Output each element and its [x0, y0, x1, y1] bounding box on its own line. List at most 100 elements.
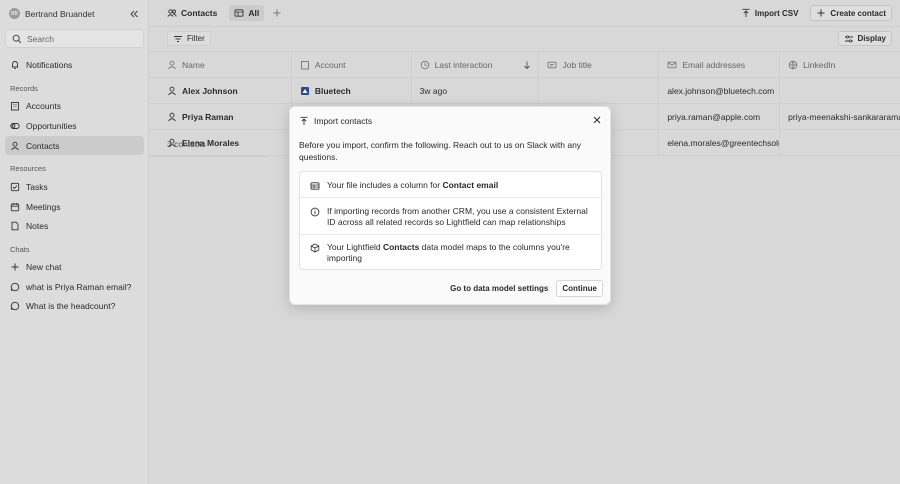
cell-name[interactable]: Alex Johnson [149, 78, 292, 103]
item-bold-text: Contacts [382, 242, 420, 252]
import-csv-button[interactable]: Import CSV [736, 5, 804, 21]
sidebar: BB Bertrand Bruandet Search Notification… [0, 0, 149, 484]
table-row[interactable]: Alex Johnson Bluetech 3w ago alex.johnso… [149, 78, 900, 104]
company-logo-icon [300, 86, 309, 95]
sidebar-item-meetings[interactable]: Meetings [5, 197, 144, 216]
filter-button[interactable]: Filter [167, 31, 211, 46]
display-button[interactable]: Display [837, 31, 892, 46]
upload-icon [742, 8, 750, 17]
section-resources: Resources [10, 164, 46, 173]
user-name: Bertrand Bruandet [25, 8, 95, 19]
checklist-item: Your file includes a column for Contact … [300, 180, 601, 191]
close-icon[interactable] [592, 115, 602, 127]
add-view-icon[interactable] [271, 7, 283, 19]
user-menu[interactable]: BB Bertrand Bruandet [9, 7, 140, 20]
sidebar-item-opportunities[interactable]: Opportunities [5, 116, 144, 135]
chat-bubble-icon [10, 301, 20, 310]
data-model-settings-button[interactable]: Go to data model settings [450, 284, 548, 293]
record-count: 3 contacts [149, 131, 269, 157]
sidebar-item-label: Notifications [26, 59, 73, 70]
top-bar: Contacts All Import CSV Create contact [149, 0, 900, 27]
person-icon [11, 141, 19, 150]
toggle-icon [10, 122, 20, 129]
account-name: Bluetech [314, 85, 351, 96]
sidebar-item-label: Tasks [26, 181, 48, 192]
sidebar-item-label: Notes [26, 220, 49, 231]
section-records: Records [10, 84, 38, 93]
column-header-last-interaction[interactable]: Last interaction [412, 52, 540, 77]
sidebar-item-label: Contacts [26, 140, 60, 151]
clock-icon [420, 60, 429, 69]
cell-account[interactable]: Bluetech [292, 78, 412, 103]
sidebar-item-accounts[interactable]: Accounts [5, 96, 144, 115]
section-chats: Chats [10, 245, 30, 254]
id-card-icon [548, 61, 557, 68]
checklist-item: If importing records from another CRM, y… [300, 206, 601, 228]
column-header-email[interactable]: Email addresses [659, 52, 781, 77]
cell-email[interactable]: priya.raman@apple.com [659, 104, 781, 129]
calendar-icon [10, 202, 20, 211]
checklist: Your file includes a column for Contact … [299, 171, 602, 270]
cell-email[interactable]: alex.johnson@bluetech.com [659, 78, 781, 103]
sidebar-item-notes[interactable]: Notes [5, 216, 144, 235]
mail-icon [667, 61, 677, 68]
tab-contacts[interactable]: Contacts [162, 5, 222, 21]
contact-name: Priya Raman [182, 111, 234, 122]
sidebar-item-label: Meetings [26, 201, 61, 212]
person-icon [168, 86, 176, 95]
cell-email[interactable]: elena.morales@greentechsolutions.com [659, 130, 781, 155]
cell-linkedin[interactable] [780, 130, 900, 155]
item-text: Your file includes a column for [327, 180, 443, 190]
cell-name[interactable]: Priya Raman [149, 104, 292, 129]
people-icon [167, 9, 177, 17]
cell-last-interaction: 3w ago [412, 78, 540, 103]
sort-down-icon[interactable] [522, 60, 532, 70]
column-header-label: Job title [562, 59, 592, 70]
checklist-item: Your Lightfield Contacts data model maps… [300, 242, 601, 264]
sliders-icon [844, 34, 853, 43]
chat-item[interactable]: What is the headcount? [5, 296, 144, 315]
building-icon [300, 60, 309, 69]
filter-icon [174, 35, 182, 42]
continue-button[interactable]: Continue [556, 280, 603, 297]
info-icon [310, 207, 320, 217]
cell-linkedin[interactable]: priya-meenakshi-sankararaman [780, 104, 900, 129]
search-input[interactable]: Search [5, 29, 144, 48]
collapse-sidebar-icon[interactable] [128, 8, 140, 20]
tab-label: Contacts [181, 8, 218, 18]
search-icon [12, 34, 22, 43]
building-icon [11, 101, 19, 110]
upload-icon [300, 116, 308, 125]
cube-icon [310, 243, 320, 253]
person-icon [168, 60, 176, 69]
item-text: If importing records from another CRM, y… [327, 206, 588, 227]
avatar: BB [9, 8, 20, 19]
plus-icon [11, 263, 19, 270]
search-label: Search [27, 33, 54, 44]
sidebar-item-label: Opportunities [26, 120, 77, 131]
sidebar-item-notifications[interactable]: Notifications [5, 55, 144, 74]
column-header-job-title[interactable]: Job title [539, 52, 660, 77]
view-toolbar: Filter Display [149, 27, 900, 51]
cell-linkedin[interactable] [780, 78, 900, 103]
tab-all[interactable]: All [229, 5, 265, 21]
column-header-linkedin[interactable]: LinkedIn [780, 52, 900, 77]
new-chat-button[interactable]: New chat [5, 257, 144, 276]
bell-icon [11, 60, 19, 69]
column-header-name[interactable]: Name [149, 52, 292, 77]
sidebar-item-contacts[interactable]: Contacts [5, 136, 144, 155]
column-header-label: Last interaction [434, 59, 493, 70]
item-text: Your Lightfield [327, 242, 383, 252]
import-contacts-dialog: Import contacts Before you import, confi… [289, 106, 611, 305]
button-label: Display [857, 34, 886, 43]
column-header-account[interactable]: Account [292, 52, 412, 77]
chat-item-label: what is Priya Raman email? [26, 281, 132, 292]
sidebar-item-label: New chat [26, 261, 62, 272]
sidebar-item-tasks[interactable]: Tasks [5, 177, 144, 196]
chat-item[interactable]: what is Priya Raman email? [5, 277, 144, 296]
tab-label: All [248, 8, 260, 18]
sidebar-item-label: Accounts [26, 100, 61, 111]
create-contact-button[interactable]: Create contact [810, 5, 892, 21]
checkbox-icon [10, 182, 20, 191]
column-header-label: Name [182, 59, 205, 70]
